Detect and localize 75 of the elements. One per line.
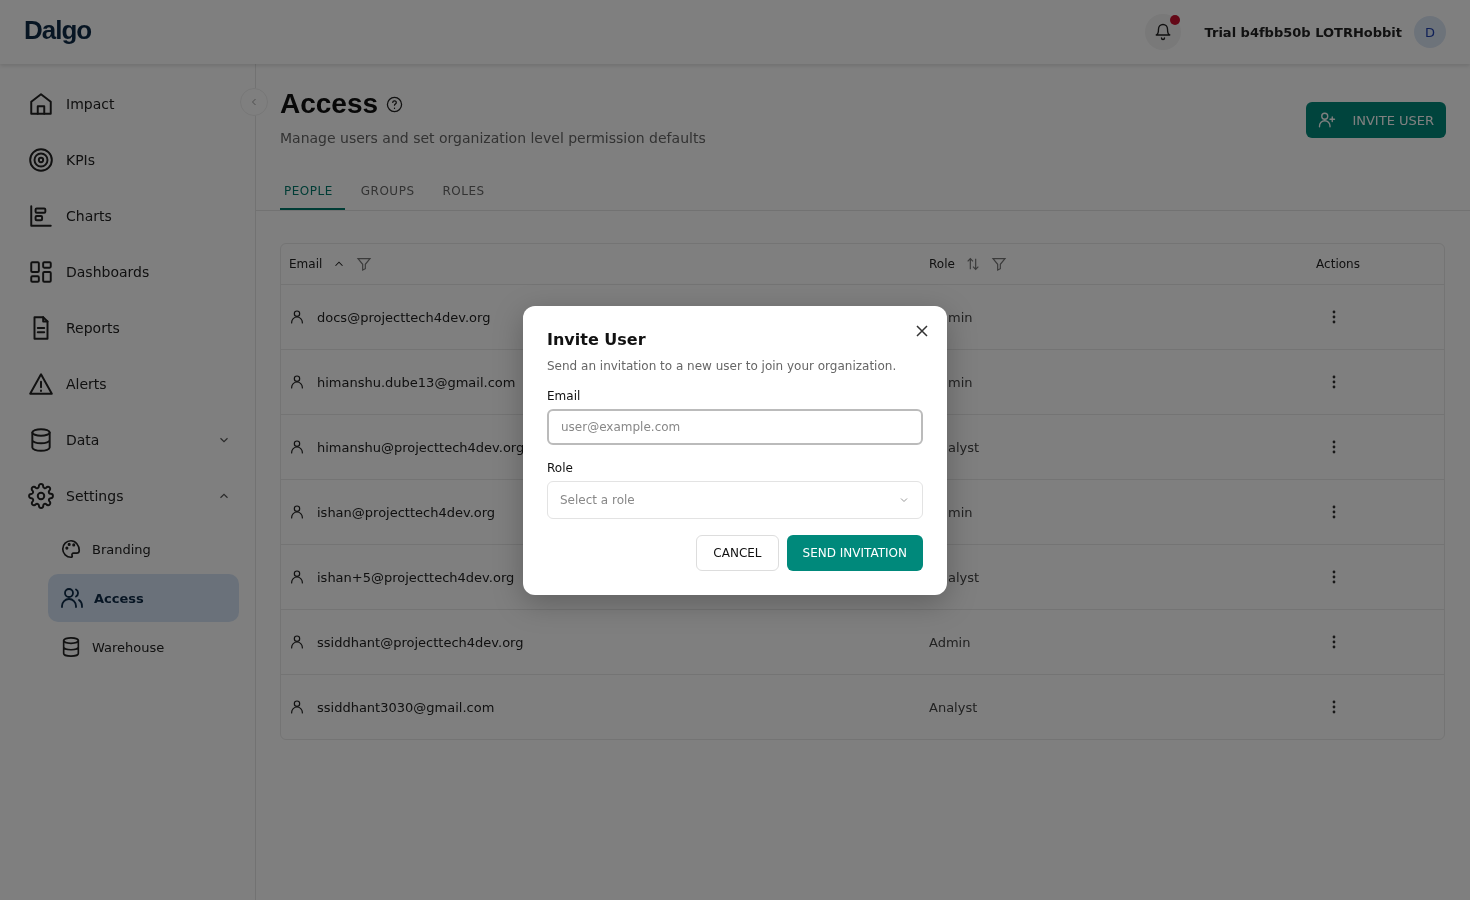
settings-icon <box>28 483 54 509</box>
dalgo-logo[interactable]: Dalgo <box>24 15 92 49</box>
role-cell-text: alyst <box>947 569 981 585</box>
column-header[interactable]: Role <box>929 257 955 271</box>
sidebar-item[interactable]: Data <box>0 412 255 468</box>
bell-icon <box>1153 23 1172 41</box>
sidebar-item[interactable]: Alerts <box>0 356 255 412</box>
user-icon <box>289 634 305 650</box>
home-icon <box>28 91 54 117</box>
role-cell-text: alyst <box>947 439 981 455</box>
field-label: Role <box>547 460 574 475</box>
role-cell-text: min <box>947 374 974 390</box>
user-icon <box>289 374 305 390</box>
bar-chart-icon <box>28 203 54 229</box>
target-icon <box>28 147 54 173</box>
kebab-icon <box>1332 310 1336 324</box>
sidebar-item[interactable]: Charts <box>0 188 255 244</box>
kebab-icon <box>1332 700 1336 714</box>
email-cell: ssiddhant3030@gmail.com <box>317 699 495 715</box>
kebab-icon <box>1332 375 1336 389</box>
page-title: Access <box>280 88 379 120</box>
email-input[interactable]: user@example.com <box>547 408 923 445</box>
close-icon <box>916 324 928 337</box>
database-icon <box>60 636 82 658</box>
role-cell-text: Admin <box>928 634 972 650</box>
dialog-title: Invite User <box>547 329 647 349</box>
role-cell-text: min <box>947 309 974 325</box>
column-header[interactable]: Actions <box>1316 257 1360 271</box>
user-icon <box>289 699 305 715</box>
add-user-icon <box>1318 111 1337 129</box>
dialog-description: Send an invitation to a new user to join your organization. <box>547 358 898 373</box>
palette-icon <box>60 538 82 560</box>
email-cell: himanshu@projecttech4dev.org <box>317 439 525 455</box>
role-cell-text: min <box>947 504 974 520</box>
email-cell: ssiddhant@projecttech4dev.org <box>317 634 524 650</box>
user-icon <box>289 569 305 585</box>
help-icon <box>386 95 404 113</box>
users-icon <box>60 586 84 610</box>
tab[interactable]: PEOPLE <box>280 176 345 210</box>
sidebar-subitem[interactable]: Warehouse <box>48 623 239 671</box>
email-cell: ishan+5@projecttech4dev.org <box>317 569 515 585</box>
tab[interactable]: GROUPS <box>356 176 427 210</box>
user-icon <box>289 504 305 520</box>
cancel-button[interactable]: CANCEL <box>696 534 779 571</box>
user-icon <box>289 439 305 455</box>
user-icon <box>289 309 305 325</box>
send-invitation-button[interactable]: SEND INVITATION <box>786 534 923 571</box>
field-label: Email <box>547 388 582 403</box>
sidebar-item[interactable]: Settings <box>0 468 255 524</box>
kebab-icon <box>1332 635 1336 649</box>
kebab-icon <box>1332 570 1336 584</box>
sidebar-subitem[interactable]: Branding <box>48 525 239 573</box>
email-cell: himanshu.dube13@gmail.com <box>317 374 516 390</box>
kebab-icon <box>1332 505 1336 519</box>
tab[interactable]: ROLES <box>438 176 497 210</box>
org-name: Trial b4fbb50b LOTRHobbit <box>1204 24 1402 40</box>
filter-icon[interactable] <box>990 256 1007 272</box>
sidebar-subitem[interactable]: Access <box>48 574 239 622</box>
page-subtitle: Manage users and set organization level permission defaults <box>280 130 707 146</box>
role-select[interactable]: Select a role <box>547 480 923 519</box>
email-cell: docs@projecttech4dev.org <box>317 309 491 325</box>
column-header[interactable]: Email <box>289 257 323 271</box>
invite-user-button[interactable]: INVITE USER <box>1306 102 1446 138</box>
database-icon <box>28 427 54 453</box>
user-avatar[interactable]: D <box>1414 16 1446 48</box>
sidebar-item[interactable]: KPIs <box>0 132 255 188</box>
kebab-icon <box>1332 440 1336 454</box>
sidebar-item[interactable]: Reports <box>0 300 255 356</box>
email-cell: ishan@projecttech4dev.org <box>317 504 496 520</box>
notifications-button[interactable] <box>1144 14 1181 50</box>
role-cell-text: Analyst <box>928 699 979 715</box>
sidebar-item[interactable]: Dashboards <box>0 244 255 300</box>
filter-icon[interactable] <box>356 256 373 272</box>
warning-icon <box>28 371 54 397</box>
dashboard-icon <box>28 259 54 285</box>
